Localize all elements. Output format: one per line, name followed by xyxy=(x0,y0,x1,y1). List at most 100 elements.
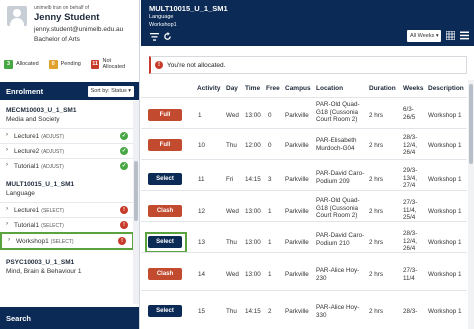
sidebar-scrollbar[interactable] xyxy=(133,101,139,304)
select-button[interactable]: Select xyxy=(148,305,182,317)
refresh-icon[interactable] xyxy=(163,32,172,41)
sidebar: unimelb tran on behalf of Jenny Student … xyxy=(0,0,140,329)
class-item[interactable]: › Lecture1 (SELECT) ! xyxy=(0,202,134,217)
cell-day: Wed xyxy=(226,112,239,119)
cell-location: PAR-David Caro-Podium 210 xyxy=(316,232,365,247)
cell-description: Workshop 1 xyxy=(428,308,462,315)
clash-button[interactable]: Clash xyxy=(148,268,182,280)
count-allocated: 3 Allocated xyxy=(4,59,39,69)
cell-duration: 2 hrs xyxy=(369,239,383,246)
subject-list: MECM10003_U_1_SM1 Media and Society › Le… xyxy=(0,101,134,304)
class-item[interactable]: › Lecture1 (ADJUST) ✓ xyxy=(0,128,134,143)
select-button[interactable]: Select xyxy=(148,173,182,185)
cell-day: Thu xyxy=(226,142,237,149)
cell-duration: 2 hrs xyxy=(369,176,383,183)
count-allocated-label: Allocated xyxy=(16,61,39,67)
main-scrollbar[interactable] xyxy=(468,80,474,329)
cell-location: PAR-David Caro-Podium 209 xyxy=(316,170,365,185)
cell-day: Thu xyxy=(226,239,237,246)
class-item-selected[interactable]: › Workshop1 (SELECT) ! xyxy=(0,232,134,250)
on-behalf-text: unimelb tran on behalf of xyxy=(34,5,90,11)
weeks-select[interactable]: All Weeks ▾ xyxy=(407,30,441,42)
cell-free: 1 xyxy=(268,271,272,278)
class-tag: (SELECT) xyxy=(41,223,64,229)
subject-header[interactable]: MECM10003_U_1_SM1 Media and Society xyxy=(6,107,76,123)
chevron-right-icon: › xyxy=(6,221,8,227)
cell-location: PAR-Old Quad-G18 (Cussonia Court Room 2) xyxy=(316,101,360,123)
cell-weeks: 28/3-12/4, 26/4 xyxy=(403,134,418,156)
table-row: Select 15 Thu 14:15 2 Parkville PAR-Alic… xyxy=(141,290,467,321)
student-email: jenny.student@unimelb.edu.au xyxy=(34,26,124,33)
cell-activity: 10 xyxy=(198,142,206,149)
search-label: Search xyxy=(6,314,32,323)
alert-text: You're not allocated. xyxy=(167,62,226,69)
chevron-right-icon: › xyxy=(6,147,8,153)
class-tag: (SELECT) xyxy=(41,208,65,214)
chevron-right-icon: › xyxy=(8,237,10,243)
cell-time: 12:00 xyxy=(245,142,261,149)
count-pending: 0 Pending xyxy=(48,59,81,69)
cell-description: Workshop 1 xyxy=(428,239,462,246)
cell-duration: 2 hrs xyxy=(369,142,383,149)
table-row: Select 11 Fri 14:15 3 Parkville PAR-Davi… xyxy=(141,159,467,190)
class-item[interactable]: › Lecture2 (ADJUST) ✓ xyxy=(0,143,134,158)
chevron-right-icon: › xyxy=(6,162,8,168)
cell-activity: 11 xyxy=(198,176,205,183)
cell-campus: Parkville xyxy=(285,142,309,149)
cell-day: Fri xyxy=(226,176,234,183)
count-pending-badge: 0 xyxy=(48,59,58,69)
cell-free: 0 xyxy=(268,112,272,119)
cell-campus: Parkville xyxy=(285,176,309,183)
sort-select[interactable]: Sort by: Status ▾ xyxy=(87,86,134,97)
class-item[interactable]: › Tutorial1 (ADJUST) ✓ xyxy=(0,158,134,173)
class-tag: (ADJUST) xyxy=(41,149,65,155)
chevron-right-icon: › xyxy=(6,132,8,138)
count-allocated-badge: 3 xyxy=(4,59,13,69)
class-tag: (ADJUST) xyxy=(41,164,64,170)
cell-location: PAR-Alice Hoy-330 xyxy=(316,304,360,319)
cell-free: 3 xyxy=(268,176,272,183)
cell-time: 13:00 xyxy=(245,112,261,119)
class-name: Tutorial1 xyxy=(14,163,40,170)
cell-weeks: 28/3- xyxy=(403,308,418,315)
cell-day: Wed xyxy=(226,271,239,278)
select-button[interactable]: Select xyxy=(148,236,182,248)
avatar xyxy=(7,6,27,26)
cell-free: 0 xyxy=(268,142,272,149)
list-view-icon[interactable] xyxy=(460,31,469,40)
alert-icon: ! xyxy=(155,61,163,69)
subject-code: PSYC10003_U_1_SM1 xyxy=(6,259,75,266)
sidebar-scroll-thumb[interactable] xyxy=(134,161,138,221)
cell-description: Workshop 1 xyxy=(428,176,462,183)
cell-free: 1 xyxy=(268,208,272,215)
full-button[interactable]: Full xyxy=(148,139,182,151)
count-pending-label: Pending xyxy=(60,61,81,67)
cell-free: 2 xyxy=(268,308,272,315)
cell-campus: Parkville xyxy=(285,271,309,278)
class-name: Workshop1 xyxy=(16,238,49,245)
alert-icon: ! xyxy=(120,221,128,229)
class-subject-name: Language xyxy=(149,14,174,20)
cell-campus: Parkville xyxy=(285,112,309,119)
col-header-location: Location xyxy=(316,85,344,92)
grid-view-icon[interactable] xyxy=(446,31,455,40)
subject-header[interactable]: PSYC10003_U_1_SM1 Mind, Brain & Behaviou… xyxy=(6,259,82,275)
search-bar[interactable]: Search xyxy=(0,307,139,329)
subject-header[interactable]: MULT10015_U_1_SM1 Language xyxy=(6,181,74,197)
class-name: Lecture1 xyxy=(14,133,40,140)
cell-location: PAR-Alice Hoy-230 xyxy=(316,267,360,282)
filter-icon[interactable] xyxy=(150,33,159,41)
main-scroll-thumb[interactable] xyxy=(469,84,473,164)
clash-button[interactable]: Clash xyxy=(148,205,182,217)
full-button[interactable]: Full xyxy=(148,109,182,121)
chevron-right-icon: › xyxy=(6,206,8,212)
count-not-allocated-label: Not Allocated xyxy=(102,58,126,70)
class-item[interactable]: › Tutorial1 (SELECT) ! xyxy=(0,217,134,232)
main-panel: MULT10015_U_1_SM1 Language Workshop1 All… xyxy=(141,0,474,329)
cell-weeks: 27/3-11/4 xyxy=(403,267,418,282)
table-row: Select 13 Thu 13:00 1 Parkville PAR-Davi… xyxy=(141,221,467,253)
col-header-free: Free xyxy=(266,85,280,92)
class-tag: (SELECT) xyxy=(50,239,74,245)
class-name: Tutorial1 xyxy=(14,222,40,229)
class-name: Lecture2 xyxy=(14,148,40,155)
